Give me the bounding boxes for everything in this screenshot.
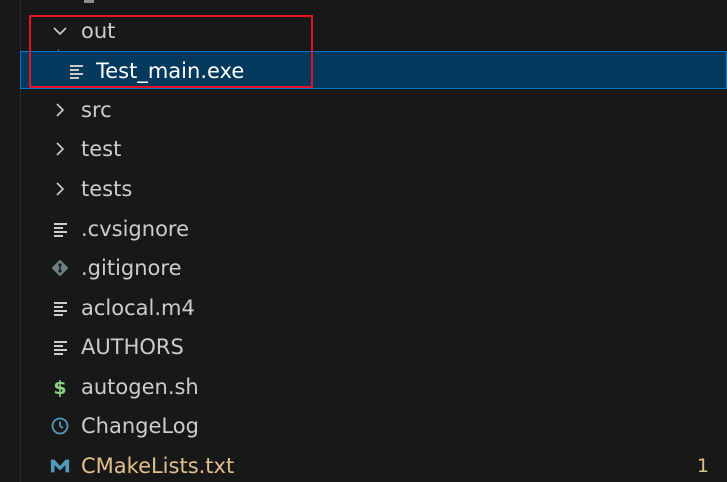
tree-item-label: Test_main.exe — [96, 59, 245, 83]
tree-folder-out[interactable]: out — [20, 12, 727, 50]
tree-folder-src[interactable]: src — [20, 91, 727, 129]
file-lines-icon — [51, 328, 71, 366]
tree-item-label: test — [81, 137, 122, 161]
tree-item-label: .gitignore — [81, 256, 182, 280]
tree-item-label: autogen.sh — [81, 375, 199, 399]
svg-text:$: $ — [53, 377, 66, 398]
tree-file-changelog[interactable]: ChangeLog — [20, 407, 727, 445]
tree-item-label: ChangeLog — [81, 414, 199, 438]
tree-item-label: AUTHORS — [81, 335, 184, 359]
git-icon — [50, 249, 70, 287]
tree-file-autogen-sh[interactable]: $ autogen.sh — [20, 368, 727, 406]
file-explorer-tree: out Test_main.exe src test tests .cvsign… — [0, 0, 727, 482]
tree-item-label: CMakeLists.txt — [81, 454, 235, 478]
clipped-row-glyph — [84, 0, 94, 3]
clock-icon — [50, 407, 70, 445]
tree-file-cvsignore[interactable]: .cvsignore — [20, 210, 727, 248]
chevron-right-icon — [50, 170, 70, 208]
tree-file-aclocal-m4[interactable]: aclocal.m4 — [20, 289, 727, 327]
tree-file-test-main-exe[interactable]: Test_main.exe — [20, 51, 727, 89]
tree-item-label: aclocal.m4 — [81, 296, 195, 320]
tree-folder-tests[interactable]: tests — [20, 170, 727, 208]
tree-folder-test[interactable]: test — [20, 130, 727, 168]
file-lines-icon — [67, 52, 87, 90]
cmake-m-icon — [50, 447, 70, 482]
tree-file-authors[interactable]: AUTHORS — [20, 328, 727, 366]
tree-file-gitignore[interactable]: .gitignore — [20, 249, 727, 287]
tree-item-label: tests — [81, 177, 133, 201]
problem-count-badge: 1 — [696, 455, 709, 477]
tree-item-label: src — [81, 98, 112, 122]
chevron-right-icon — [50, 130, 70, 168]
file-lines-icon — [51, 289, 71, 327]
shell-dollar-icon: $ — [50, 368, 70, 406]
tree-file-cmakelists-txt[interactable]: CMakeLists.txt 1 — [20, 447, 727, 482]
tree-item-label: .cvsignore — [81, 217, 190, 241]
chevron-right-icon — [50, 91, 70, 129]
chevron-down-icon — [50, 12, 70, 50]
tree-item-label: out — [81, 19, 116, 43]
file-lines-icon — [51, 210, 71, 248]
